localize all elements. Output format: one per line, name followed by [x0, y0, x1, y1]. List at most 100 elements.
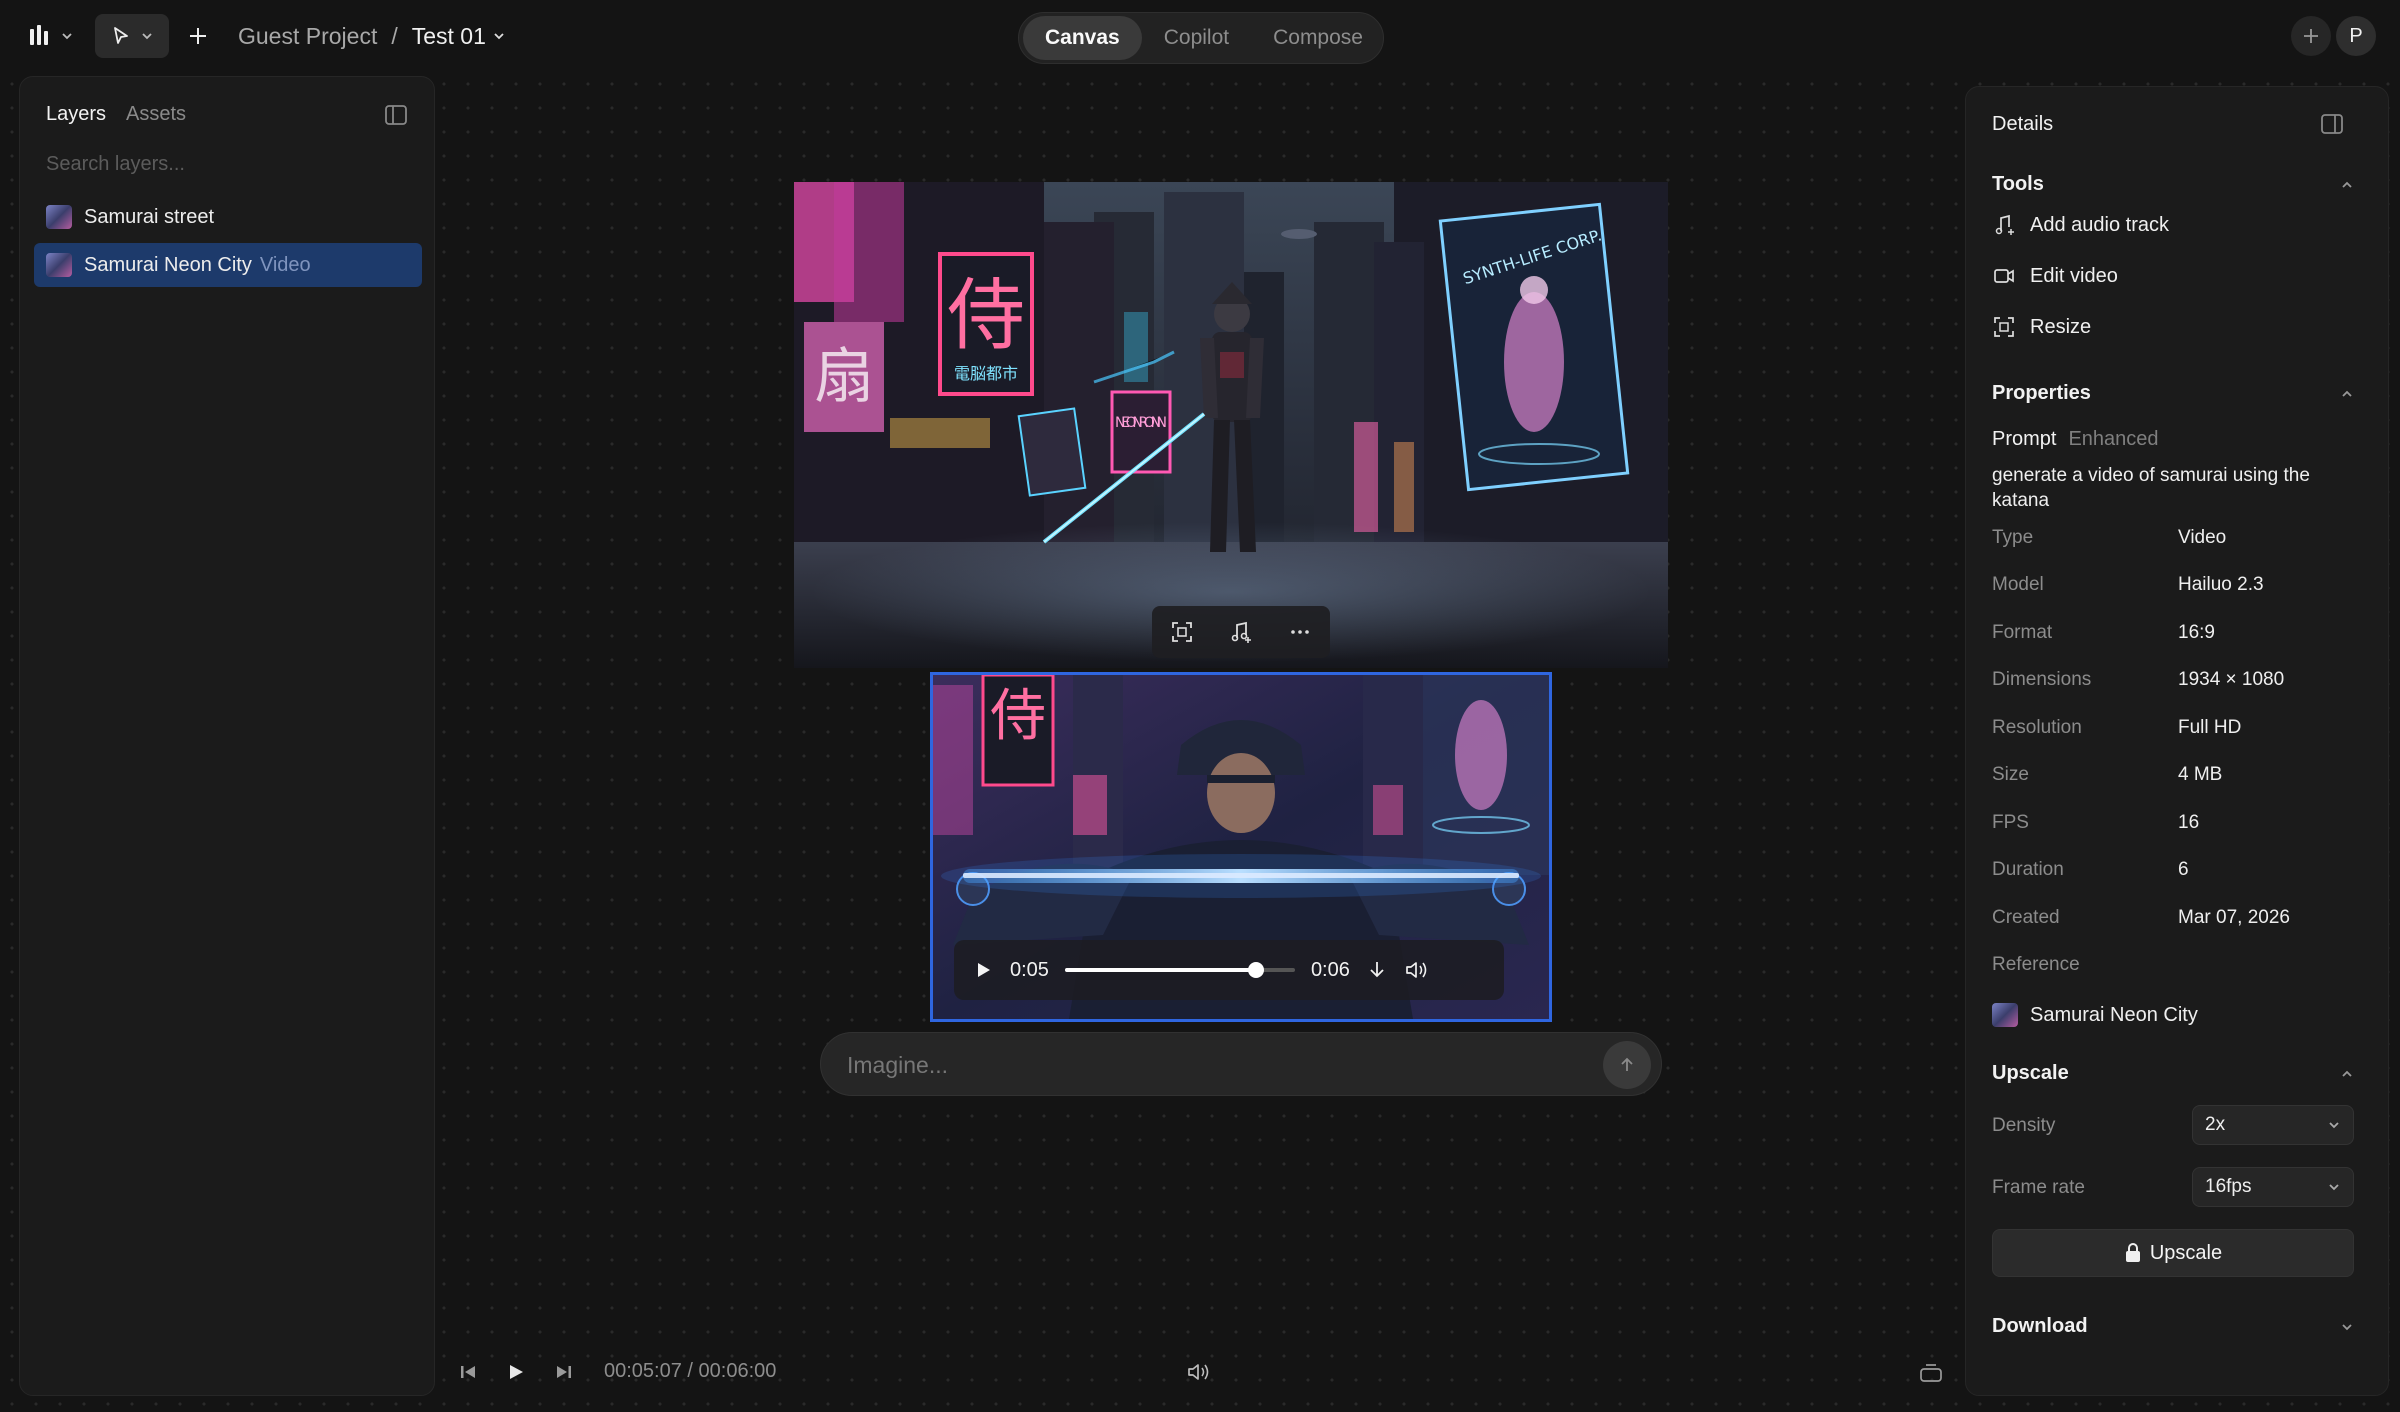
sign-kanji: 侍: [947, 271, 1025, 361]
prop-value: Mar 07, 2026: [2178, 907, 2290, 928]
layer-name: Samurai Neon City: [84, 253, 252, 276]
select-tool-button[interactable]: [95, 14, 169, 58]
details-title: Details: [1992, 113, 2054, 135]
prop-label: Resolution: [1992, 717, 2082, 738]
prop-value: 4 MB: [2178, 764, 2223, 785]
canvas-image-samurai-street[interactable]: 扇 侍 電脳都市 NEON RONIN SYNTH-LIFE CORP.: [794, 182, 1668, 668]
tab-prompt[interactable]: Prompt: [1992, 428, 2056, 451]
prop-value: 6: [2178, 859, 2189, 880]
framerate-value: 16fps: [2205, 1176, 2252, 1197]
details-panel: Details Tools Add audio track Edit video…: [1965, 86, 2389, 1396]
logo-icon: [30, 25, 48, 45]
layers-panel: Layers Assets Samurai street Samurai Neo…: [19, 76, 435, 1396]
tools-section-title[interactable]: Tools: [1992, 173, 2044, 196]
tool-label: Resize: [2030, 315, 2092, 338]
tab-copilot[interactable]: Copilot: [1142, 16, 1251, 60]
prop-label: Duration: [1992, 859, 2064, 880]
prompt-input[interactable]: [847, 1047, 1547, 1083]
chevron-up-icon[interactable]: [2340, 387, 2354, 401]
tab-canvas[interactable]: Canvas: [1023, 16, 1142, 60]
prompt-text: generate a video of samurai using the ka…: [1992, 465, 2310, 511]
prop-label: Model: [1992, 574, 2044, 595]
seek-slider[interactable]: [1064, 962, 1295, 978]
prompt-bar: [820, 1032, 1662, 1096]
breadcrumb-separator: /: [391, 22, 398, 49]
breadcrumb-project[interactable]: Guest Project: [238, 23, 377, 50]
video-player-controls: 0:05 0:06: [954, 940, 1504, 1000]
add-audio-track-button[interactable]: Add audio track: [1992, 209, 2169, 241]
seek-progress: [1064, 968, 1256, 972]
sidebar-toggle-icon[interactable]: [384, 104, 408, 126]
play-icon[interactable]: [972, 959, 994, 981]
reference-item[interactable]: Samurai Neon City: [1992, 1003, 2198, 1027]
sign-neon: NEON RONIN: [1115, 415, 1167, 431]
svg-text:侍: 侍: [990, 684, 1046, 749]
pointer-icon: [114, 27, 128, 44]
prop-value: 16: [2178, 812, 2200, 833]
chevron-down-icon: [2329, 1122, 2339, 1129]
timeline-timecode: 00:05:07 / 00:06:00: [604, 1360, 777, 1382]
panel-toggle-icon[interactable]: [2320, 113, 2344, 135]
timeline-volume-icon[interactable]: [1186, 1360, 1212, 1384]
search-layers-input[interactable]: [46, 149, 406, 179]
download-section-title[interactable]: Download: [1992, 1315, 2088, 1338]
avatar[interactable]: P: [2336, 16, 2376, 56]
prop-label: Size: [1992, 764, 2029, 785]
framerate-select[interactable]: 16fps: [2192, 1167, 2354, 1207]
prop-value: Full HD: [2178, 717, 2242, 738]
resize-icon: [1994, 317, 2014, 337]
chevron-down-icon: [142, 33, 152, 40]
tab-assets[interactable]: Assets: [126, 103, 186, 126]
layer-item-selected[interactable]: Samurai Neon City Video: [34, 243, 422, 287]
prop-label: FPS: [1992, 812, 2029, 833]
chevron-up-icon[interactable]: [2340, 1067, 2354, 1081]
skip-back-icon[interactable]: [458, 1360, 478, 1384]
tab-enhanced[interactable]: Enhanced: [2068, 428, 2158, 451]
volume-icon[interactable]: [1404, 959, 1428, 981]
timeline-expand-icon[interactable]: [1918, 1360, 1944, 1384]
layer-item[interactable]: Samurai street: [34, 195, 422, 239]
svg-text:扇: 扇: [814, 342, 874, 412]
upscale-button-label: Upscale: [2149, 1241, 2223, 1264]
properties-section-title[interactable]: Properties: [1992, 382, 2091, 405]
breadcrumb-file[interactable]: Test 01: [412, 23, 506, 50]
skip-forward-icon[interactable]: [554, 1360, 574, 1384]
density-value: 2x: [2205, 1114, 2226, 1135]
tab-compose[interactable]: Compose: [1251, 16, 1385, 60]
app-menu-button[interactable]: [28, 18, 84, 54]
upscale-button[interactable]: Upscale: [1992, 1229, 2354, 1277]
download-icon[interactable]: [1366, 959, 1388, 981]
chevron-up-icon[interactable]: [2340, 178, 2354, 192]
layer-thumbnail: [46, 253, 72, 277]
prompt-tabs: Prompt Enhanced: [1992, 428, 2159, 451]
upscale-section-title[interactable]: Upscale: [1992, 1062, 2069, 1085]
resize-icon[interactable]: [1169, 619, 1195, 645]
invite-button[interactable]: [2291, 16, 2331, 56]
reference-thumbnail: [1992, 1003, 2018, 1027]
layer-name: Samurai street: [84, 205, 215, 228]
add-button[interactable]: [180, 18, 216, 54]
sign-sub: 電脳都市: [954, 364, 1018, 383]
arrow-up-icon: [1621, 1057, 1633, 1071]
reference-name: Samurai Neon City: [2030, 1003, 2198, 1026]
plus-icon: [190, 28, 206, 44]
seek-handle[interactable]: [1247, 962, 1264, 978]
top-bar: Guest Project / Test 01 Canvas Copilot C…: [0, 0, 2400, 72]
send-button[interactable]: [1603, 1041, 1651, 1089]
add-audio-icon[interactable]: [1228, 619, 1254, 645]
tab-layers[interactable]: Layers: [46, 103, 106, 126]
prop-label: Type: [1992, 527, 2034, 548]
density-label: Density: [1992, 1115, 2056, 1136]
density-select[interactable]: 2x: [2192, 1105, 2354, 1145]
more-icon[interactable]: [1287, 619, 1313, 645]
chevron-down-icon[interactable]: [2340, 1320, 2354, 1334]
resize-button[interactable]: Resize: [1992, 311, 2091, 343]
image-floating-toolbar: [1152, 606, 1330, 658]
prop-label: Dimensions: [1992, 669, 2092, 690]
chevron-down-icon: [2329, 1184, 2339, 1191]
layers-panel-tabs: Layers Assets: [46, 103, 186, 126]
timeline-play-icon[interactable]: [505, 1360, 527, 1384]
plus-icon: [2304, 29, 2318, 43]
edit-video-button[interactable]: Edit video: [1992, 260, 2118, 292]
breadcrumb: Guest Project / Test 01: [238, 20, 506, 52]
